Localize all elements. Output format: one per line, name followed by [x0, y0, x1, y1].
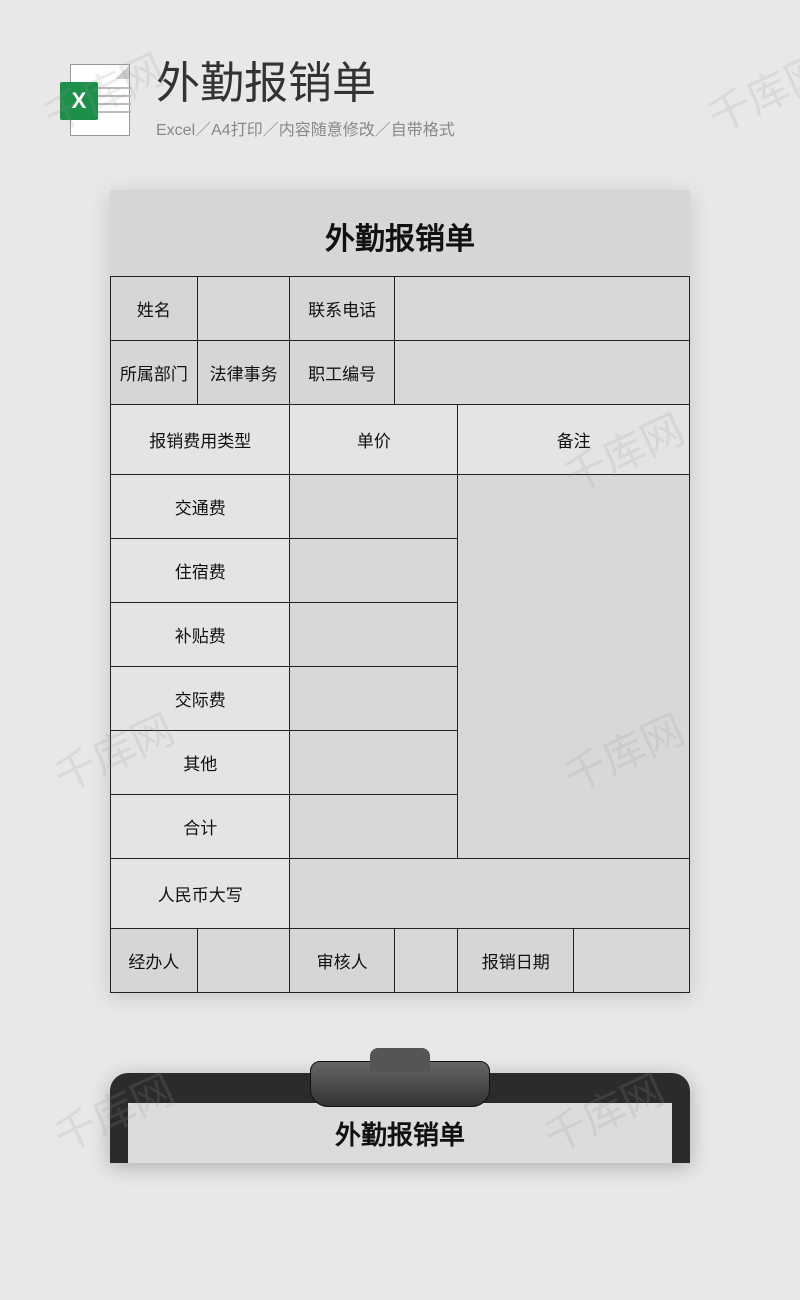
item-label: 其他 — [111, 731, 290, 795]
item-label: 交际费 — [111, 667, 290, 731]
label-empno: 职工编号 — [290, 341, 394, 405]
page-title: 外勤报销单 — [156, 60, 760, 108]
clipboard-sheet-title: 外勤报销单 — [128, 1103, 672, 1163]
item-price[interactable] — [290, 475, 458, 539]
item-label: 交通费 — [111, 475, 290, 539]
item-price-total[interactable] — [290, 795, 458, 859]
item-label: 住宿费 — [111, 539, 290, 603]
item-price[interactable] — [290, 731, 458, 795]
field-rmb-words[interactable] — [290, 859, 690, 929]
excel-file-icon: X — [60, 64, 132, 136]
excel-badge-letter: X — [60, 82, 98, 120]
page-subtitle: Excel／A4打印／内容随意修改／自带格式 — [156, 116, 760, 140]
label-date: 报销日期 — [458, 929, 574, 993]
clipboard-preview: 外勤报销单 — [110, 1073, 690, 1163]
page-header: X 外勤报销单 Excel／A4打印／内容随意修改／自带格式 — [0, 0, 800, 160]
item-label: 补贴费 — [111, 603, 290, 667]
clipboard-clip-icon — [310, 1061, 490, 1107]
form-title: 外勤报销单 — [110, 190, 690, 276]
label-dept: 所属部门 — [111, 341, 198, 405]
item-price[interactable] — [290, 539, 458, 603]
field-reviewer[interactable] — [394, 929, 458, 993]
expense-form-table: 姓名 联系电话 所属部门 法律事务 职工编号 报销费用类型 单价 备注 交通费 … — [110, 276, 690, 993]
field-remark[interactable] — [458, 475, 690, 859]
field-empno[interactable] — [394, 341, 689, 405]
field-dept[interactable]: 法律事务 — [197, 341, 290, 405]
col-header-price: 单价 — [290, 405, 458, 475]
col-header-remark: 备注 — [458, 405, 690, 475]
item-label-total: 合计 — [111, 795, 290, 859]
field-date[interactable] — [574, 929, 690, 993]
label-name: 姓名 — [111, 277, 198, 341]
item-price[interactable] — [290, 667, 458, 731]
field-handler[interactable] — [197, 929, 290, 993]
label-rmb-words: 人民币大写 — [111, 859, 290, 929]
item-price[interactable] — [290, 603, 458, 667]
label-reviewer: 审核人 — [290, 929, 394, 993]
template-preview: 外勤报销单 姓名 联系电话 所属部门 法律事务 职工编号 报销费用类型 单价 备… — [110, 190, 690, 993]
field-phone[interactable] — [394, 277, 689, 341]
label-handler: 经办人 — [111, 929, 198, 993]
col-header-type: 报销费用类型 — [111, 405, 290, 475]
label-phone: 联系电话 — [290, 277, 394, 341]
field-name[interactable] — [197, 277, 290, 341]
